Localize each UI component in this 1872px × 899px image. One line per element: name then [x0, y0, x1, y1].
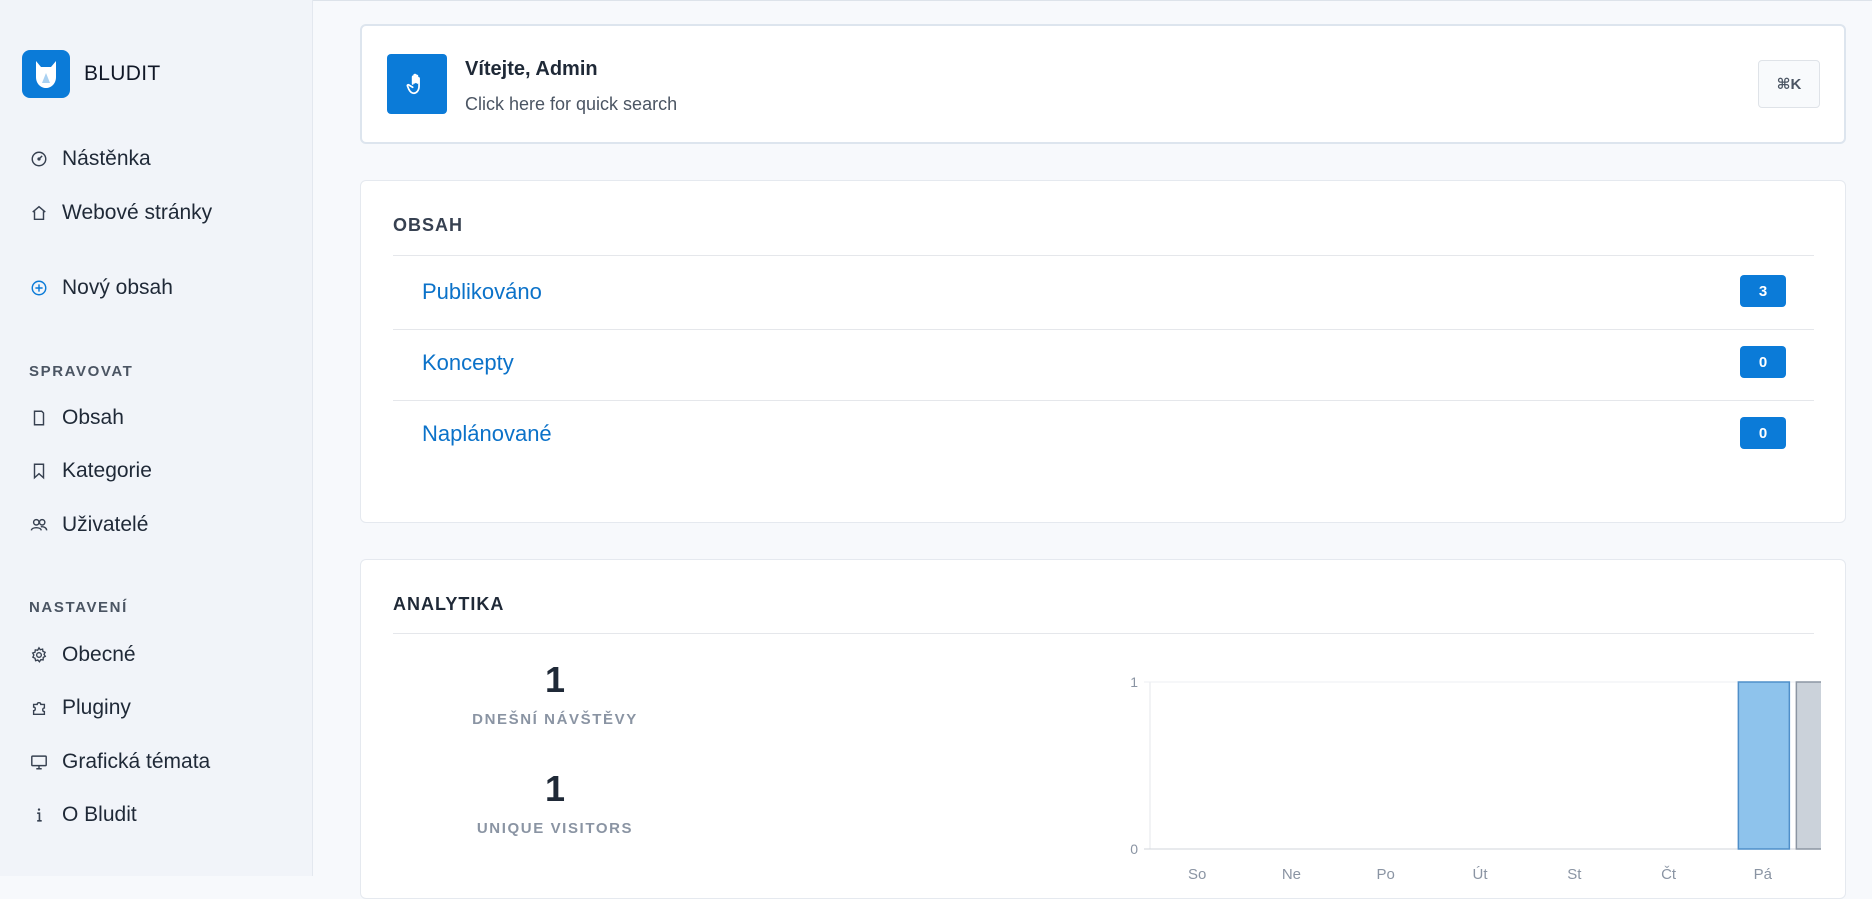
- content-heading: OBSAH: [393, 215, 464, 235]
- plus-circle-icon: [28, 277, 50, 299]
- welcome-title: Vítejte, Admin: [465, 58, 598, 80]
- sidebar-item-label: Grafická témata: [62, 750, 211, 773]
- gear-icon: [28, 644, 50, 666]
- heading-divider: [393, 633, 1814, 634]
- sidebar-item-themes[interactable]: Grafická témata: [28, 750, 210, 774]
- content-row-published: Publikováno 3: [393, 259, 1814, 330]
- x-tick-label: Ne: [1282, 866, 1301, 880]
- today-visits-label: DNEŠNÍ NÁVŠTĚVY: [472, 711, 638, 728]
- sidebar: BLUDIT Nástěnka Webové stránky Nový obsa…: [0, 0, 313, 876]
- sidebar-item-label: Kategorie: [62, 459, 152, 482]
- today-visits-value: 1: [544, 659, 566, 700]
- sidebar-item-websites[interactable]: Webové stránky: [28, 201, 212, 225]
- sidebar-item-content[interactable]: Obsah: [28, 406, 124, 430]
- bar: [1795, 681, 1821, 850]
- brand-name: BLUDIT: [84, 62, 161, 85]
- x-tick-label: Út: [1473, 866, 1489, 880]
- section-label-manage: SPRAVOVAT: [29, 363, 134, 380]
- visits-bar-chart: 0 1 So Ne Po Út St Čt Pá: [1130, 674, 1821, 880]
- scheduled-count-badge: 0: [1740, 417, 1786, 449]
- y-tick-label: 1: [1130, 674, 1138, 690]
- quick-search-card[interactable]: Vítejte, Admin Click here for quick sear…: [360, 24, 1846, 144]
- sidebar-item-plugins[interactable]: Pluginy: [28, 696, 131, 720]
- brand[interactable]: BLUDIT: [22, 50, 160, 98]
- content-row-drafts: Koncepty 0: [393, 330, 1814, 401]
- content-row-scheduled: Naplánované 0: [393, 401, 1814, 472]
- x-tick-label: Pá: [1754, 866, 1773, 880]
- sidebar-item-dashboard[interactable]: Nástěnka: [28, 147, 151, 171]
- users-icon: [28, 514, 50, 536]
- bludit-logo-icon: [22, 50, 70, 98]
- x-tick-label: Čt: [1661, 866, 1677, 880]
- puzzle-icon: [28, 697, 50, 719]
- section-label-settings: NASTAVENÍ: [29, 599, 128, 616]
- home-icon: [28, 202, 50, 224]
- document-icon: [28, 407, 50, 429]
- dashboard-gauge-icon: [28, 148, 50, 170]
- shortcut-key-badge[interactable]: ⌘K: [1758, 60, 1820, 108]
- unique-visitors-label: UNIQUE VISITORS: [476, 820, 634, 837]
- sidebar-item-label: Webové stránky: [62, 201, 213, 224]
- sidebar-item-label: Nástěnka: [62, 147, 151, 170]
- y-tick-label: 0: [1130, 841, 1138, 857]
- scheduled-link[interactable]: Naplánované: [422, 421, 552, 447]
- sidebar-item-label: Nový obsah: [62, 276, 173, 299]
- bookmark-icon: [28, 460, 50, 482]
- info-icon: [28, 804, 50, 826]
- content-summary-card: OBSAH Publikováno 3 Koncepty 0 Naplánova…: [360, 180, 1846, 523]
- bar: [1737, 681, 1791, 850]
- published-link[interactable]: Publikováno: [422, 279, 542, 305]
- waving-hand-icon: [387, 54, 447, 114]
- sidebar-item-label: Obsah: [62, 406, 124, 429]
- sidebar-item-categories[interactable]: Kategorie: [28, 459, 152, 483]
- sidebar-item-about[interactable]: O Bludit: [28, 803, 137, 827]
- unique-visitors-value: 1: [544, 768, 566, 809]
- sidebar-item-label: Uživatelé: [62, 513, 149, 536]
- sidebar-item-label: Pluginy: [62, 696, 131, 719]
- drafts-count-badge: 0: [1740, 346, 1786, 378]
- x-tick-label: Po: [1377, 866, 1395, 880]
- published-count-badge: 3: [1740, 275, 1786, 307]
- sidebar-item-users[interactable]: Uživatelé: [28, 513, 148, 537]
- x-tick-label: St: [1567, 866, 1582, 880]
- monitor-icon: [28, 751, 50, 773]
- sidebar-item-label: Obecné: [62, 643, 136, 666]
- drafts-link[interactable]: Koncepty: [422, 350, 514, 376]
- x-tick-label: So: [1188, 866, 1206, 880]
- sidebar-item-new-content[interactable]: Nový obsah: [28, 276, 173, 300]
- analytics-card: ANALYTIKA 1 DNEŠNÍ NÁVŠTĚVY 1 UNIQUE VIS…: [360, 559, 1846, 899]
- quick-search-hint: Click here for quick search: [465, 94, 678, 114]
- sidebar-item-general[interactable]: Obecné: [28, 643, 136, 667]
- sidebar-item-label: O Bludit: [62, 803, 137, 826]
- heading-divider: [393, 255, 1814, 256]
- analytics-heading: ANALYTIKA: [393, 594, 505, 614]
